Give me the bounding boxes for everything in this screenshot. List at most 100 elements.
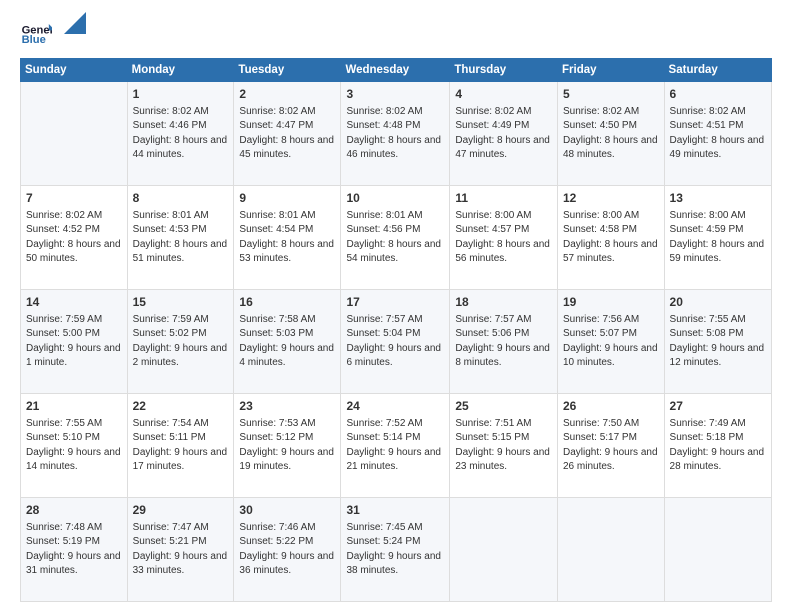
calendar-cell: 26Sunrise: 7:50 AMSunset: 5:17 PMDayligh… bbox=[558, 394, 665, 498]
weekday-header-monday: Monday bbox=[127, 59, 234, 82]
day-number: 18 bbox=[455, 294, 552, 311]
calendar-cell: 1 Sunrise: 8:02 AMSunset: 4:46 PMDaylight… bbox=[127, 82, 234, 186]
logo-triangle-icon bbox=[64, 12, 86, 34]
calendar-cell bbox=[664, 498, 771, 602]
day-info: Sunrise: 8:01 AMSunset: 4:53 PMDaylight:… bbox=[133, 209, 229, 267]
calendar-table: SundayMondayTuesdayWednesdayThursdayFrid… bbox=[20, 58, 772, 602]
calendar-cell: 4Sunrise: 8:02 AMSunset: 4:49 PMDaylight… bbox=[450, 82, 558, 186]
day-number: 13 bbox=[670, 190, 766, 207]
calendar-cell: 3 Sunrise: 8:02 AMSunset: 4:48 PMDaylight… bbox=[341, 82, 450, 186]
day-number: 22 bbox=[133, 398, 229, 415]
calendar-cell: 15 Sunrise: 7:59 AMSunset: 5:02 PMDayligh… bbox=[127, 290, 234, 394]
day-number: 19 bbox=[563, 294, 659, 311]
day-number: 11 bbox=[455, 190, 552, 207]
calendar-cell: 23 Sunrise: 7:53 AMSunset: 5:12 PMDayligh… bbox=[234, 394, 341, 498]
day-info: Sunrise: 8:02 AMSunset: 4:46 PMDaylight:… bbox=[133, 105, 229, 163]
day-number: 25 bbox=[455, 398, 552, 415]
header: General Blue bbox=[20, 16, 772, 48]
day-info: Sunrise: 7:47 AMSunset: 5:21 PMDaylight:… bbox=[133, 521, 229, 579]
day-info: Sunrise: 7:52 AMSunset: 5:14 PMDaylight:… bbox=[346, 417, 444, 475]
day-number: 30 bbox=[239, 502, 335, 519]
day-number: 9 bbox=[239, 190, 335, 207]
calendar-week-row: 7 Sunrise: 8:02 AMSunset: 4:52 PMDaylight… bbox=[21, 186, 772, 290]
day-info: Sunrise: 7:53 AMSunset: 5:12 PMDaylight:… bbox=[239, 417, 335, 475]
day-info: Sunrise: 7:49 AMSunset: 5:18 PMDaylight:… bbox=[670, 417, 766, 475]
day-number: 5 bbox=[563, 86, 659, 103]
weekday-header-friday: Friday bbox=[558, 59, 665, 82]
day-number: 2 bbox=[239, 86, 335, 103]
day-number: 14 bbox=[26, 294, 122, 311]
day-number: 12 bbox=[563, 190, 659, 207]
calendar-cell: 12 Sunrise: 8:00 AMSunset: 4:58 PMDayligh… bbox=[558, 186, 665, 290]
calendar-cell: 9 Sunrise: 8:01 AMSunset: 4:54 PMDaylight… bbox=[234, 186, 341, 290]
calendar-cell: 28 Sunrise: 7:48 AMSunset: 5:19 PMDayligh… bbox=[21, 498, 128, 602]
calendar-cell: 18 Sunrise: 7:57 AMSunset: 5:06 PMDayligh… bbox=[450, 290, 558, 394]
svg-text:Blue: Blue bbox=[22, 34, 46, 46]
day-number: 7 bbox=[26, 190, 122, 207]
calendar-week-row: 28 Sunrise: 7:48 AMSunset: 5:19 PMDayligh… bbox=[21, 498, 772, 602]
day-number: 17 bbox=[346, 294, 444, 311]
day-info: Sunrise: 7:56 AMSunset: 5:07 PMDaylight:… bbox=[563, 313, 659, 371]
calendar-cell: 29 Sunrise: 7:47 AMSunset: 5:21 PMDayligh… bbox=[127, 498, 234, 602]
day-info: Sunrise: 8:02 AMSunset: 4:50 PMDaylight:… bbox=[563, 105, 659, 163]
calendar-cell: 24 Sunrise: 7:52 AMSunset: 5:14 PMDayligh… bbox=[341, 394, 450, 498]
weekday-header-thursday: Thursday bbox=[450, 59, 558, 82]
calendar-cell: 8 Sunrise: 8:01 AMSunset: 4:53 PMDaylight… bbox=[127, 186, 234, 290]
calendar-week-row: 21 Sunrise: 7:55 AMSunset: 5:10 PMDayligh… bbox=[21, 394, 772, 498]
day-number: 8 bbox=[133, 190, 229, 207]
calendar-cell: 16 Sunrise: 7:58 AMSunset: 5:03 PMDayligh… bbox=[234, 290, 341, 394]
day-info: Sunrise: 7:59 AMSunset: 5:02 PMDaylight:… bbox=[133, 313, 229, 371]
day-number: 3 bbox=[346, 86, 444, 103]
day-info: Sunrise: 7:45 AMSunset: 5:24 PMDaylight:… bbox=[346, 521, 444, 579]
day-info: Sunrise: 8:02 AMSunset: 4:49 PMDaylight:… bbox=[455, 105, 552, 163]
logo: General Blue bbox=[20, 16, 86, 48]
day-info: Sunrise: 7:55 AMSunset: 5:08 PMDaylight:… bbox=[670, 313, 766, 371]
day-number: 24 bbox=[346, 398, 444, 415]
day-number: 21 bbox=[26, 398, 122, 415]
page: General Blue SundayMondayTuesdayWednesda… bbox=[0, 0, 792, 612]
calendar-cell: 20Sunrise: 7:55 AMSunset: 5:08 PMDayligh… bbox=[664, 290, 771, 394]
calendar-cell: 14 Sunrise: 7:59 AMSunset: 5:00 PMDayligh… bbox=[21, 290, 128, 394]
day-number: 27 bbox=[670, 398, 766, 415]
day-info: Sunrise: 7:59 AMSunset: 5:00 PMDaylight:… bbox=[26, 313, 122, 371]
day-info: Sunrise: 8:00 AMSunset: 4:59 PMDaylight:… bbox=[670, 209, 766, 267]
calendar-cell: 19 Sunrise: 7:56 AMSunset: 5:07 PMDayligh… bbox=[558, 290, 665, 394]
calendar-cell: 25 Sunrise: 7:51 AMSunset: 5:15 PMDayligh… bbox=[450, 394, 558, 498]
day-info: Sunrise: 7:54 AMSunset: 5:11 PMDaylight:… bbox=[133, 417, 229, 475]
calendar-cell: 6Sunrise: 8:02 AMSunset: 4:51 PMDaylight… bbox=[664, 82, 771, 186]
day-info: Sunrise: 8:02 AMSunset: 4:48 PMDaylight:… bbox=[346, 105, 444, 163]
day-number: 16 bbox=[239, 294, 335, 311]
calendar-week-row: 14 Sunrise: 7:59 AMSunset: 5:00 PMDayligh… bbox=[21, 290, 772, 394]
calendar-cell: 31 Sunrise: 7:45 AMSunset: 5:24 PMDayligh… bbox=[341, 498, 450, 602]
weekday-header-saturday: Saturday bbox=[664, 59, 771, 82]
day-info: Sunrise: 7:57 AMSunset: 5:06 PMDaylight:… bbox=[455, 313, 552, 371]
day-info: Sunrise: 7:57 AMSunset: 5:04 PMDaylight:… bbox=[346, 313, 444, 371]
weekday-header-wednesday: Wednesday bbox=[341, 59, 450, 82]
day-info: Sunrise: 7:50 AMSunset: 5:17 PMDaylight:… bbox=[563, 417, 659, 475]
day-info: Sunrise: 8:01 AMSunset: 4:54 PMDaylight:… bbox=[239, 209, 335, 267]
day-info: Sunrise: 8:00 AMSunset: 4:58 PMDaylight:… bbox=[563, 209, 659, 267]
calendar-cell: 21 Sunrise: 7:55 AMSunset: 5:10 PMDayligh… bbox=[21, 394, 128, 498]
day-number: 29 bbox=[133, 502, 229, 519]
calendar-cell bbox=[450, 498, 558, 602]
day-info: Sunrise: 7:58 AMSunset: 5:03 PMDaylight:… bbox=[239, 313, 335, 371]
day-number: 15 bbox=[133, 294, 229, 311]
day-info: Sunrise: 7:51 AMSunset: 5:15 PMDaylight:… bbox=[455, 417, 552, 475]
day-info: Sunrise: 7:46 AMSunset: 5:22 PMDaylight:… bbox=[239, 521, 335, 579]
day-number: 31 bbox=[346, 502, 444, 519]
day-info: Sunrise: 7:55 AMSunset: 5:10 PMDaylight:… bbox=[26, 417, 122, 475]
weekday-header-tuesday: Tuesday bbox=[234, 59, 341, 82]
logo-icon: General Blue bbox=[20, 16, 52, 48]
day-number: 28 bbox=[26, 502, 122, 519]
calendar-cell: 10Sunrise: 8:01 AMSunset: 4:56 PMDayligh… bbox=[341, 186, 450, 290]
day-info: Sunrise: 7:48 AMSunset: 5:19 PMDaylight:… bbox=[26, 521, 122, 579]
weekday-header-sunday: Sunday bbox=[21, 59, 128, 82]
calendar-cell: 13 Sunrise: 8:00 AMSunset: 4:59 PMDayligh… bbox=[664, 186, 771, 290]
day-number: 23 bbox=[239, 398, 335, 415]
day-info: Sunrise: 8:01 AMSunset: 4:56 PMDaylight:… bbox=[346, 209, 444, 267]
calendar-cell: 11Sunrise: 8:00 AMSunset: 4:57 PMDayligh… bbox=[450, 186, 558, 290]
day-number: 1 bbox=[133, 86, 229, 103]
calendar-cell: 7 Sunrise: 8:02 AMSunset: 4:52 PMDaylight… bbox=[21, 186, 128, 290]
day-info: Sunrise: 8:02 AMSunset: 4:52 PMDaylight:… bbox=[26, 209, 122, 267]
calendar-cell: 5 Sunrise: 8:02 AMSunset: 4:50 PMDaylight… bbox=[558, 82, 665, 186]
